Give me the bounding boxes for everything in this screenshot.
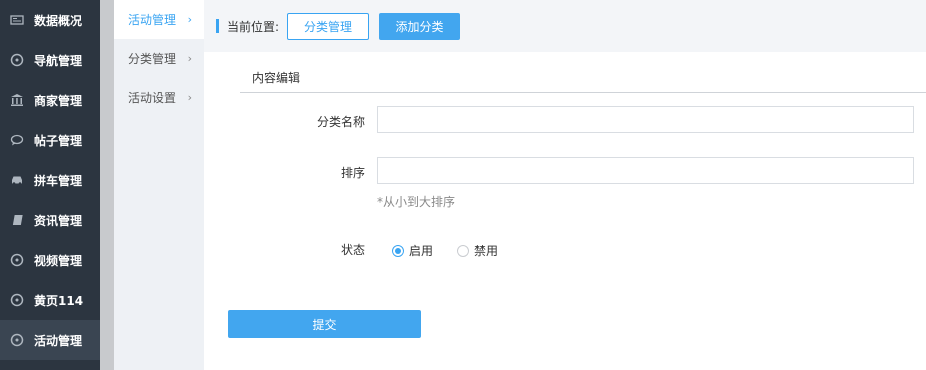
sidebar-item-label: 活动管理 <box>34 333 83 348</box>
category-name-label: 分类名称 <box>316 115 365 129</box>
sidebar-item-label: 视频管理 <box>34 253 83 268</box>
submenu-item-activity[interactable]: 活动管理 › <box>114 0 204 39</box>
radio-label: 禁用 <box>474 244 499 258</box>
sidebar-item-label: 拼车管理 <box>34 173 83 188</box>
radio-label: 启用 <box>409 244 434 258</box>
submenu-item-category[interactable]: 分类管理 › <box>114 39 204 78</box>
section-title: 内容编辑 <box>252 71 301 85</box>
sidebar-item-label: 帖子管理 <box>34 133 83 148</box>
radio-unchecked-icon <box>457 244 470 257</box>
sort-label: 排序 <box>340 166 365 180</box>
sidebar-item-video[interactable]: 视频管理 <box>0 240 100 280</box>
sidebar-item-label: 黄页114 <box>34 293 84 308</box>
category-manage-button[interactable]: 分类管理 <box>287 12 370 40</box>
chevron-right-icon: › <box>187 91 192 104</box>
status-radio-group: 启用 禁用 <box>392 242 522 259</box>
status-disabled-radio[interactable]: 禁用 <box>457 242 498 259</box>
sub-menu: 活动管理 › 分类管理 › 活动设置 › <box>114 0 204 370</box>
newspaper-icon <box>8 11 26 29</box>
sidebar-scrollbar[interactable] <box>100 0 114 370</box>
submenu-item-label: 分类管理 <box>128 52 177 66</box>
compass-icon <box>8 291 26 309</box>
sidebar-item-data-overview[interactable]: 数据概况 <box>0 0 100 40</box>
chevron-right-icon: › <box>187 13 192 26</box>
sidebar-item-news[interactable]: 资讯管理 <box>0 200 100 240</box>
sidebar-item-nav[interactable]: 导航管理 <box>0 40 100 80</box>
main-sidebar: 数据概况 导航管理 商家管理 帖子管理 拼车管理 资讯管理 视频管理 黄页114… <box>0 0 100 370</box>
submenu-item-label: 活动管理 <box>128 13 177 27</box>
sidebar-item-label: 商家管理 <box>34 93 83 108</box>
status-label: 状态 <box>340 243 365 257</box>
submenu-item-label: 活动设置 <box>128 91 177 105</box>
add-category-button[interactable]: 添加分类 <box>379 12 461 40</box>
compass-icon <box>8 51 26 69</box>
location-label: 当前位置: <box>227 19 280 34</box>
compass-icon <box>8 331 26 349</box>
submit-button[interactable]: 提交 <box>228 310 421 338</box>
main-content: 当前位置: 分类管理 添加分类 内容编辑 分类名称 排序 *从小到大排序 状态 … <box>204 0 926 370</box>
sidebar-item-label: 数据概况 <box>34 13 83 28</box>
sidebar-item-posts[interactable]: 帖子管理 <box>0 120 100 160</box>
submenu-item-settings[interactable]: 活动设置 › <box>114 78 204 117</box>
sort-input[interactable] <box>377 157 914 184</box>
breadcrumb-accent-bar <box>216 19 219 33</box>
section-divider <box>240 92 926 93</box>
sidebar-item-merchant[interactable]: 商家管理 <box>0 80 100 120</box>
chat-bubble-icon <box>8 131 26 149</box>
breadcrumb: 当前位置: 分类管理 添加分类 <box>204 0 926 52</box>
sidebar-item-carpool[interactable]: 拼车管理 <box>0 160 100 200</box>
book-icon <box>8 211 26 229</box>
radio-checked-icon <box>392 244 404 257</box>
sidebar-item-yellow-pages[interactable]: 黄页114 <box>0 280 100 320</box>
chevron-right-icon: › <box>187 52 192 65</box>
car-icon <box>8 171 26 189</box>
sidebar-item-label: 资讯管理 <box>34 213 83 228</box>
sort-hint: *从小到大排序 <box>377 195 456 209</box>
status-enabled-radio[interactable]: 启用 <box>392 242 433 259</box>
sidebar-item-activity[interactable]: 活动管理 <box>0 320 100 360</box>
compass-icon <box>8 251 26 269</box>
category-name-input[interactable] <box>377 106 914 133</box>
sidebar-item-label: 导航管理 <box>34 53 83 68</box>
bank-icon <box>8 91 26 109</box>
